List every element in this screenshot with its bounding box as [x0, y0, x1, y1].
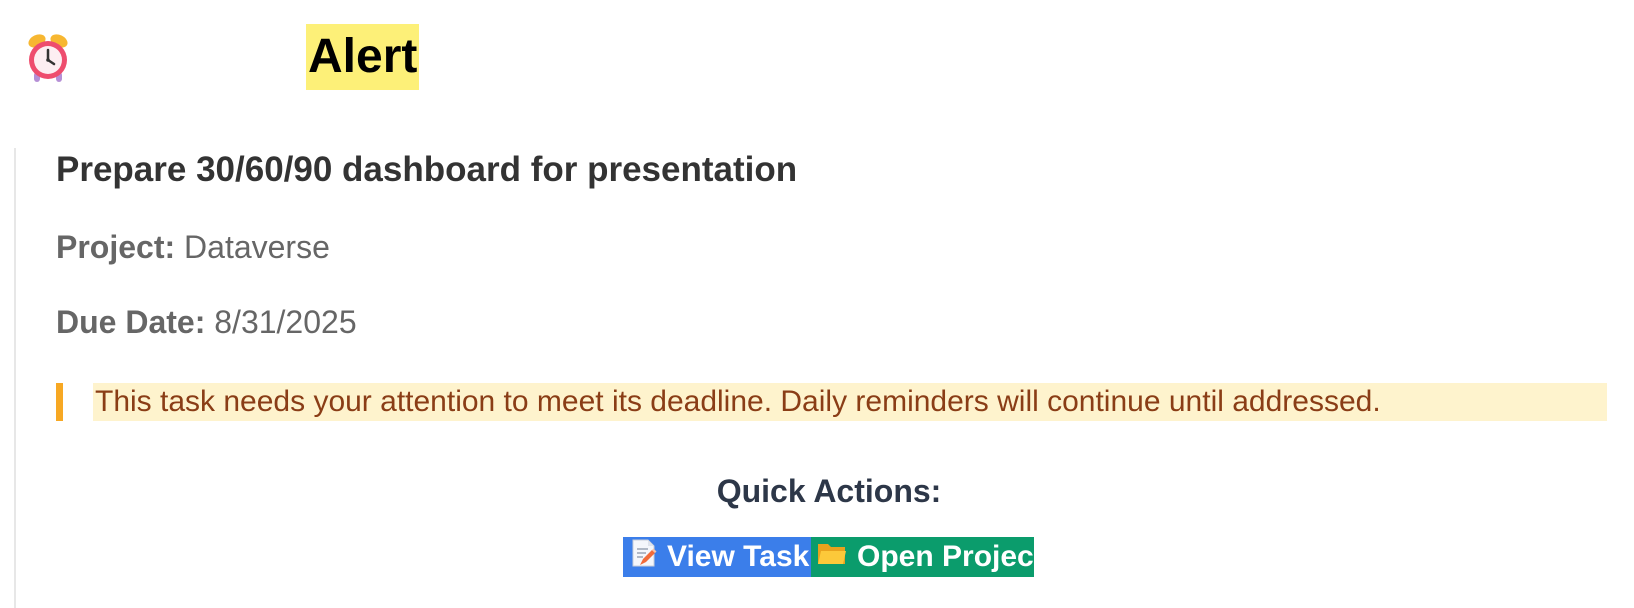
quick-actions: View Task Open Project: [623, 537, 1044, 577]
open-project-button[interactable]: Open Project: [811, 537, 1044, 577]
page-title: Alert: [306, 24, 420, 90]
alarm-clock-icon: [24, 32, 72, 84]
notice-accent-bar: [56, 383, 63, 421]
project-value: Dataverse: [184, 229, 330, 265]
view-task-label: View Task: [667, 540, 810, 573]
due-date-label: Due Date:: [56, 304, 206, 340]
project-label: Project:: [56, 229, 176, 265]
due-date-value: 8/31/2025: [214, 304, 357, 340]
due-date-line: Due Date: 8/31/2025: [56, 302, 357, 342]
folder-icon: [817, 540, 847, 574]
view-task-button[interactable]: View Task: [623, 537, 811, 577]
open-project-label: Open Project: [857, 540, 1044, 573]
quick-actions-heading: Quick Actions:: [716, 473, 942, 509]
notice-text: This task needs your attention to meet i…: [93, 383, 1607, 421]
memo-icon: [631, 539, 657, 575]
attention-notice: This task needs your attention to meet i…: [56, 383, 1607, 421]
task-card: Prepare 30/60/90 dashboard for presentat…: [14, 148, 1616, 608]
project-line: Project: Dataverse: [56, 227, 330, 267]
task-title: Prepare 30/60/90 dashboard for presentat…: [56, 150, 798, 189]
